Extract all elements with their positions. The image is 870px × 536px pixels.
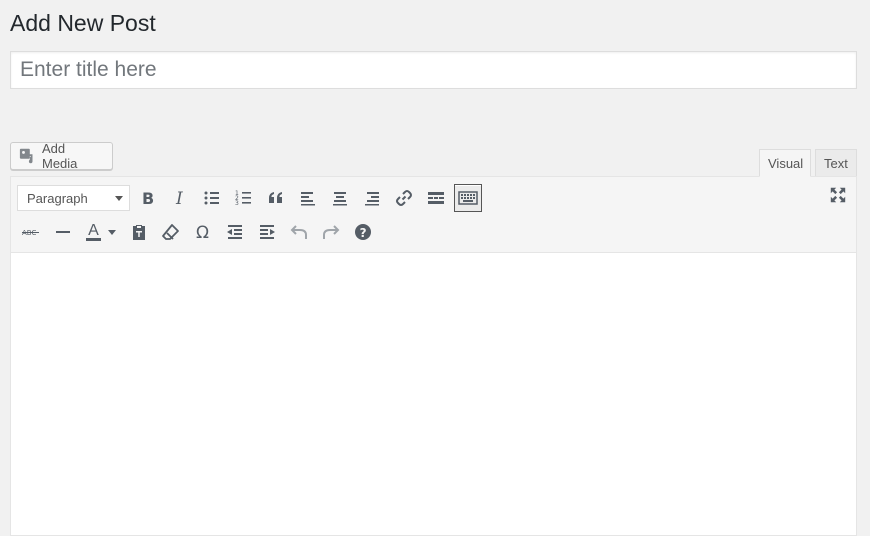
add-media-button[interactable]: Add Media: [10, 141, 113, 171]
editor-container: Paragraph B I 1 2 3 A Ω ?: [10, 176, 857, 536]
add-media-label: Add Media: [42, 141, 78, 171]
horizontal-line-icon: [56, 231, 70, 233]
undo-icon: [290, 225, 307, 239]
help-icon: ?: [355, 224, 371, 240]
paste-as-text-icon: [133, 225, 145, 240]
svg-text:Ω: Ω: [196, 223, 209, 242]
italic-button[interactable]: I: [166, 184, 194, 212]
blockquote-button[interactable]: [262, 184, 290, 212]
format-select[interactable]: Paragraph: [17, 185, 130, 211]
undo-button[interactable]: [285, 218, 313, 246]
paste-as-text-button[interactable]: [125, 218, 153, 246]
tab-visual[interactable]: Visual: [759, 149, 811, 177]
align-right-icon: [365, 192, 379, 206]
svg-text:?: ?: [360, 226, 367, 240]
bulleted-list-icon: [204, 191, 219, 205]
special-character-icon: Ω: [196, 223, 209, 242]
read-more-button[interactable]: [422, 184, 450, 212]
media-icon: [19, 147, 37, 165]
toolbar-row-2: ABC A: [17, 218, 381, 246]
svg-text:B: B: [142, 189, 154, 208]
increase-indent-button[interactable]: [253, 218, 281, 246]
tab-text[interactable]: Text: [815, 149, 857, 177]
fullscreen-icon: [830, 187, 846, 203]
link-icon: [396, 190, 412, 206]
bold-button[interactable]: B: [134, 184, 162, 212]
page-title: Add New Post: [10, 10, 156, 36]
strikethrough-icon: ABC: [22, 229, 39, 237]
chevron-down-icon: [107, 229, 116, 235]
chevron-down-icon: [115, 195, 123, 201]
numbered-list-icon: 1 2 3: [235, 190, 251, 207]
align-left-button[interactable]: [294, 184, 322, 212]
special-character-button[interactable]: Ω: [189, 218, 217, 246]
toolbar-toggle-button[interactable]: [454, 184, 482, 212]
fullscreen-button[interactable]: [826, 183, 850, 207]
help-button[interactable]: ?: [349, 218, 377, 246]
editor-content-area[interactable]: [11, 253, 856, 533]
align-right-button[interactable]: [358, 184, 386, 212]
blockquote-icon: [269, 192, 282, 203]
decrease-indent-icon: [227, 225, 242, 239]
horizontal-line-button[interactable]: [49, 218, 77, 246]
decrease-indent-button[interactable]: [221, 218, 249, 246]
read-more-icon: [428, 192, 444, 204]
clear-formatting-button[interactable]: [157, 218, 185, 246]
clear-formatting-icon: [162, 224, 179, 240]
text-color-button[interactable]: A: [81, 218, 121, 246]
text-color-icon: A: [86, 222, 101, 241]
post-title-input[interactable]: [10, 51, 857, 89]
redo-button[interactable]: [317, 218, 345, 246]
italic-icon: I: [175, 189, 183, 208]
bold-icon: B: [142, 189, 154, 208]
format-select-value: Paragraph: [27, 190, 88, 206]
redo-icon: [323, 225, 340, 239]
align-center-button[interactable]: [326, 184, 354, 212]
svg-text:I: I: [175, 189, 183, 208]
toolbar-row-1: Paragraph B I 1 2 3: [17, 184, 486, 212]
svg-text:3: 3: [235, 200, 239, 207]
strikethrough-button[interactable]: ABC: [17, 218, 45, 246]
numbered-list-button[interactable]: 1 2 3: [230, 184, 258, 212]
align-left-icon: [301, 192, 315, 206]
editor-toolbar: Paragraph B I 1 2 3 A Ω ?: [11, 177, 856, 253]
bulleted-list-button[interactable]: [198, 184, 226, 212]
keyboard-icon: [458, 191, 478, 205]
insert-link-button[interactable]: [390, 184, 418, 212]
align-center-icon: [333, 192, 347, 206]
increase-indent-icon: [260, 225, 275, 239]
